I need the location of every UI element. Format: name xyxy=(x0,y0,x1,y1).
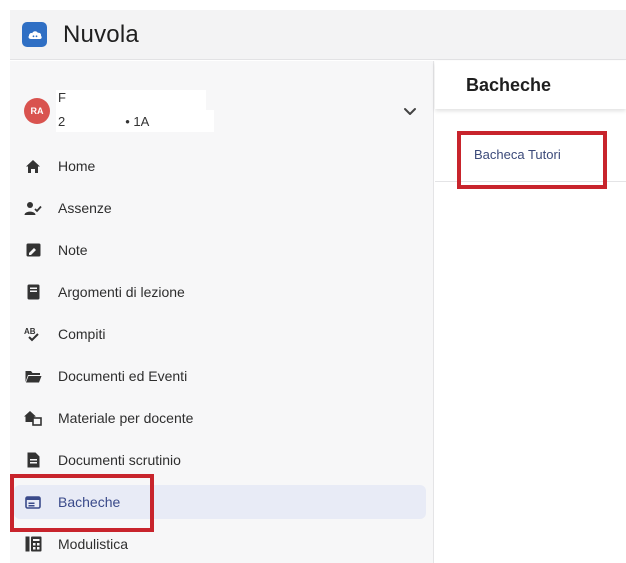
top-bar: Nuvola xyxy=(10,10,626,60)
user-name: F xyxy=(56,90,206,110)
app-title: Nuvola xyxy=(63,20,139,48)
sidebar-item-label: Documenti ed Eventi xyxy=(58,368,188,384)
chevron-down-icon[interactable] xyxy=(402,103,418,119)
sidebar-item-argomenti[interactable]: Argomenti di lezione xyxy=(10,271,434,313)
sidebar-item-home[interactable]: Home xyxy=(10,145,434,187)
book-icon xyxy=(24,283,42,301)
svg-text:AB: AB xyxy=(24,327,36,336)
home-icon xyxy=(24,157,42,175)
user-selector[interactable]: RA F 2 • 1A xyxy=(10,81,434,141)
sidebar-item-assenze[interactable]: Assenze xyxy=(10,187,434,229)
sidebar-item-label: Materiale per docente xyxy=(58,410,194,426)
sidebar-item-label: Argomenti di lezione xyxy=(58,284,185,300)
sidebar-item-label: Bacheche xyxy=(58,494,121,510)
panel-header: Bacheche xyxy=(435,61,626,109)
cloud-logo-icon[interactable] xyxy=(22,22,47,47)
spellcheck-icon: AB xyxy=(24,325,42,343)
sidebar-item-label: Assenze xyxy=(58,200,112,216)
sidebar-item-label: Note xyxy=(58,242,88,258)
sidebar-item-label: Modulistica xyxy=(58,536,129,552)
sidebar-item-label: Compiti xyxy=(58,326,106,342)
sidebar-item-materiale[interactable]: Materiale per docente xyxy=(10,397,434,439)
page-title: Bacheche xyxy=(466,74,552,95)
forms-icon xyxy=(24,535,42,553)
folder-icon xyxy=(24,367,42,385)
sidebar-item-label: Home xyxy=(58,158,96,174)
document-icon xyxy=(24,451,42,469)
user-class-prefix: 2 xyxy=(58,113,66,129)
sidebar-item-compiti[interactable]: AB Compiti xyxy=(10,313,434,355)
avatar: RA xyxy=(24,98,50,124)
board-icon xyxy=(24,493,42,511)
user-check-icon xyxy=(24,199,42,217)
house-share-icon xyxy=(24,409,42,427)
user-class: 2 • 1A xyxy=(56,110,214,132)
annotation-highlight-board-item xyxy=(457,131,607,189)
sidebar-item-label: Documenti scrutinio xyxy=(58,452,181,468)
note-icon xyxy=(24,241,42,259)
sidebar-item-documenti-eventi[interactable]: Documenti ed Eventi xyxy=(10,355,434,397)
user-class-label: • 1A xyxy=(125,113,150,129)
sidebar-nav: Home Assenze Note Argomenti di lezione A… xyxy=(10,145,434,563)
sidebar-item-note[interactable]: Note xyxy=(10,229,434,271)
